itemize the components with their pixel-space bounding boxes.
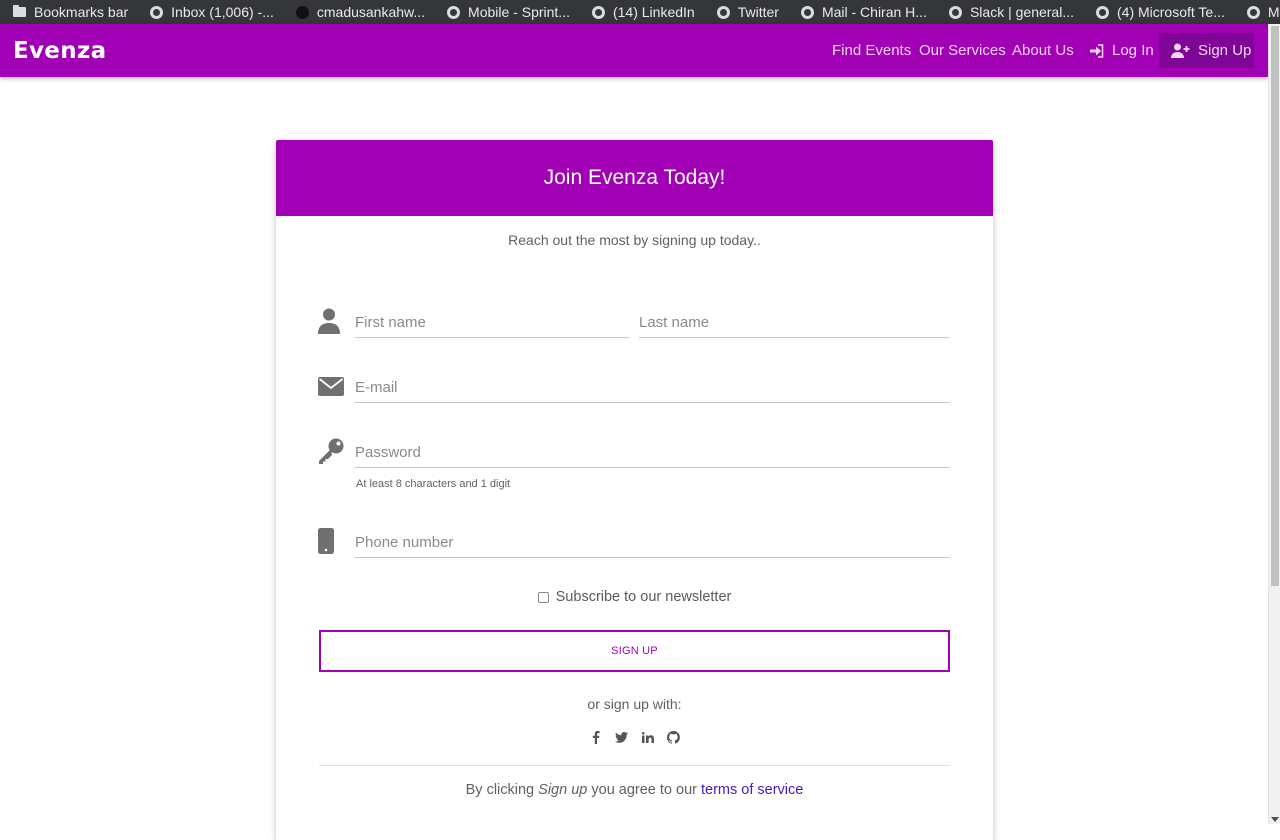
signup-card: Join Evenza Today! Reach out the most by… xyxy=(276,140,993,840)
sign-in-icon xyxy=(1090,43,1104,58)
signup-submit-label: SIGN UP xyxy=(611,645,658,657)
card-title: Join Evenza Today! xyxy=(543,166,726,189)
bookmark-label: Mail - IM/2016/0... xyxy=(1267,4,1280,20)
divider xyxy=(319,765,950,766)
globe-icon xyxy=(447,5,461,19)
bookmark-label: cmadusankahw... xyxy=(316,4,426,20)
bookmark-label: Bookmarks bar xyxy=(34,4,129,20)
bookmark-label: Mobile - Sprint... xyxy=(468,4,570,20)
bookmark-item[interactable]: (4) Microsoft Te... xyxy=(1083,0,1234,24)
login-label: Log In xyxy=(1112,42,1154,59)
user-plus-icon xyxy=(1171,43,1190,58)
newsletter-option[interactable]: Subscribe to our newsletter xyxy=(276,589,993,605)
bookmark-item[interactable]: Inbox (1,006) -... xyxy=(137,0,283,24)
envelope-icon xyxy=(318,377,344,396)
globe-icon xyxy=(800,5,814,19)
signup-nav-button[interactable]: Sign Up xyxy=(1159,33,1254,68)
folder-icon xyxy=(13,5,26,17)
card-header: Join Evenza Today! xyxy=(276,140,993,216)
mobile-phone-icon xyxy=(318,528,334,554)
signup-submit-button[interactable]: SIGN UP xyxy=(319,630,950,672)
user-icon xyxy=(318,308,340,334)
bookmarks-bar: Bookmarks bar Inbox (1,006) -... cmadusa… xyxy=(0,0,1280,24)
twitter-icon[interactable] xyxy=(615,730,629,744)
bookmark-label: (14) LinkedIn xyxy=(612,4,695,20)
first-name-input[interactable] xyxy=(355,308,630,338)
newsletter-checkbox[interactable] xyxy=(537,591,549,603)
social-signup-links xyxy=(276,730,993,744)
globe-icon xyxy=(150,5,164,19)
email-input[interactable] xyxy=(355,373,950,403)
password-hint: At least 8 characters and 1 digit xyxy=(356,478,511,490)
bookmark-label: (4) Microsoft Te... xyxy=(1117,4,1225,20)
github-icon xyxy=(295,5,309,19)
bookmark-label: Mail - Chiran H... xyxy=(821,4,927,20)
scrollbar-thumb[interactable] xyxy=(1271,26,1279,586)
globe-icon xyxy=(716,5,730,19)
bookmark-item[interactable]: Mail - Chiran H... xyxy=(788,0,936,24)
card-subtitle: Reach out the most by signing up today.. xyxy=(508,232,761,248)
bookmark-item[interactable]: Twitter xyxy=(704,0,788,24)
bookmark-label: Twitter xyxy=(737,4,779,20)
brand-logo[interactable]: Evenza xyxy=(13,38,106,64)
bookmark-item[interactable]: cmadusankahw... xyxy=(283,0,434,24)
bookmark-item[interactable]: Mail - IM/2016/0... xyxy=(1234,0,1280,24)
globe-icon xyxy=(1096,5,1109,19)
globe-icon xyxy=(591,5,605,19)
terms-prefix: By clicking xyxy=(465,782,535,798)
github-icon[interactable] xyxy=(667,730,681,744)
password-input[interactable] xyxy=(355,438,950,468)
nav-about-us[interactable]: About Us xyxy=(1012,42,1074,59)
nav-find-events[interactable]: Find Events xyxy=(832,42,911,59)
phone-input[interactable] xyxy=(355,528,950,558)
or-signup-with: or sign up with: xyxy=(587,696,682,712)
terms-middle: you agree to our xyxy=(591,782,697,798)
scroll-down-arrow[interactable] xyxy=(1271,817,1279,822)
login-link[interactable]: Log In xyxy=(1089,42,1154,59)
terms-notice: By clicking Sign up you agree to our ter… xyxy=(276,782,993,798)
bookmark-item[interactable]: Slack | general... xyxy=(936,0,1083,24)
linkedin-icon[interactable] xyxy=(641,730,655,744)
bookmark-label: Slack | general... xyxy=(969,4,1074,20)
terms-of-service-link[interactable]: terms of service xyxy=(701,782,803,798)
bookmark-label: Inbox (1,006) -... xyxy=(171,4,274,20)
globe-icon xyxy=(948,5,962,19)
globe-icon xyxy=(1246,5,1260,19)
last-name-input[interactable] xyxy=(639,308,950,338)
navbar: Evenza Find Events Our Services About Us… xyxy=(0,24,1268,77)
nav-our-services[interactable]: Our Services xyxy=(919,42,1006,59)
key-icon xyxy=(319,438,344,464)
page-scrollbar[interactable] xyxy=(1268,24,1280,824)
newsletter-label: Subscribe to our newsletter xyxy=(555,589,732,605)
bookmark-item[interactable]: Mobile - Sprint... xyxy=(434,0,579,24)
facebook-icon[interactable] xyxy=(589,730,603,744)
signup-nav-label: Sign Up xyxy=(1198,42,1252,59)
bookmark-item[interactable]: (14) LinkedIn xyxy=(579,0,704,24)
bookmark-folder[interactable]: Bookmarks bar xyxy=(0,0,137,24)
terms-emphasis: Sign up xyxy=(538,782,588,798)
